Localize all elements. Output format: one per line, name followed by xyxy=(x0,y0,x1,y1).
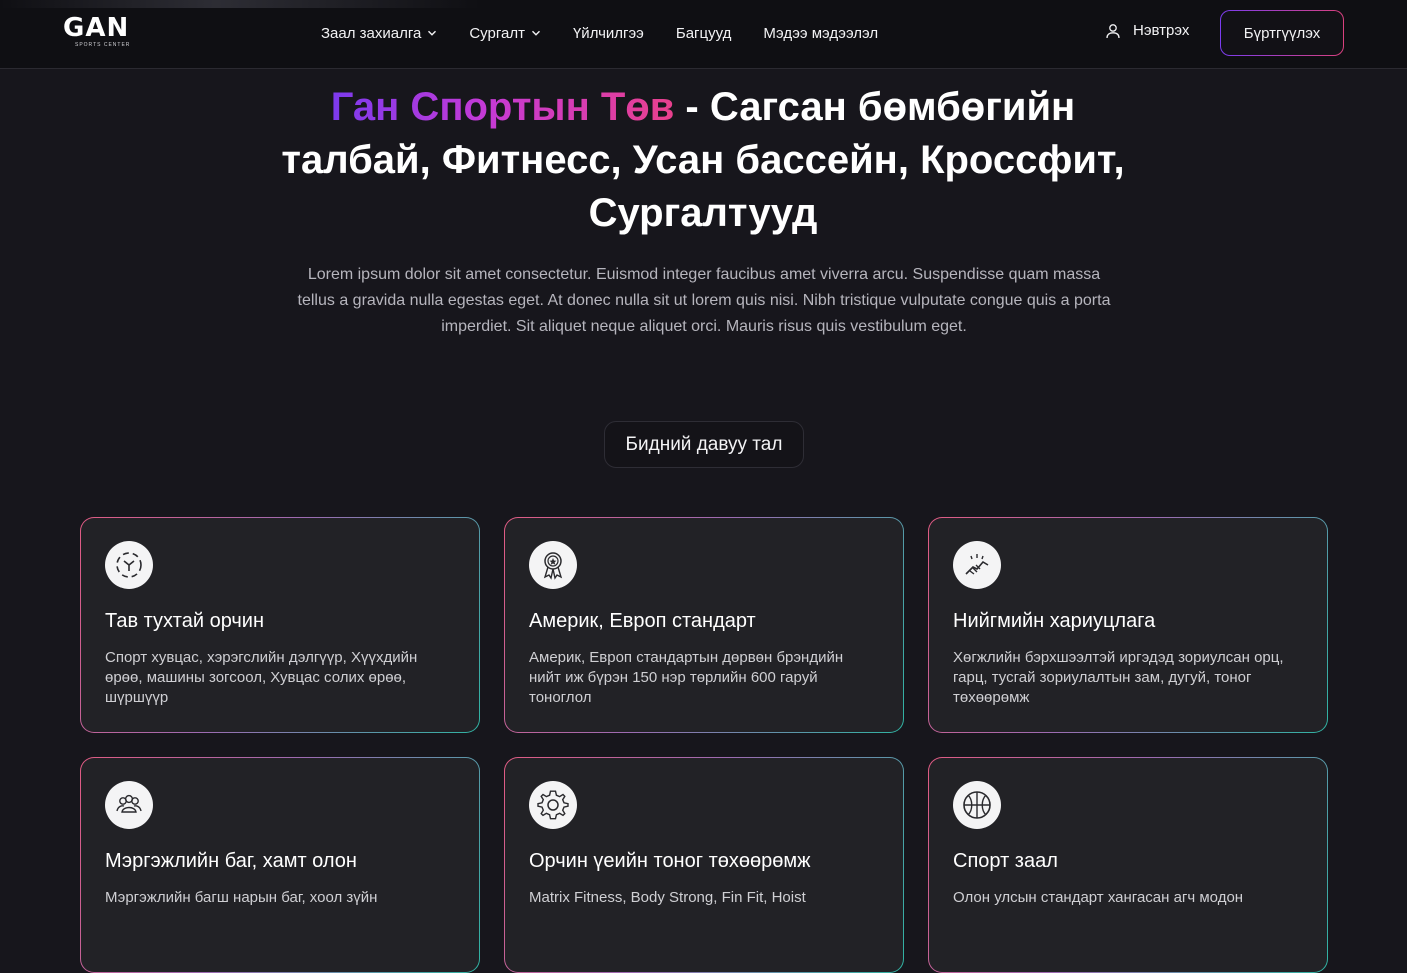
site-header: GAN SPORTS CENTER Заал захиалга Сургалт … xyxy=(0,0,1407,69)
award-medal-icon xyxy=(529,541,577,589)
logo[interactable]: GAN SPORTS CENTER xyxy=(63,14,147,50)
main-nav: Заал захиалга Сургалт Үйлчилгээ Багцууд … xyxy=(321,22,910,44)
advantages-pill: Бидний давуу тал xyxy=(604,421,804,468)
login-label: Нэвтрэх xyxy=(1133,22,1190,39)
feature-card-text: Олон улсын стандарт хангасан агч модон xyxy=(953,889,1244,906)
feature-card-title: Мэргэжлийн баг, хамт олон xyxy=(105,850,357,872)
feature-card: Тав тухтай орчин Спорт хувцас, хэрэгслий… xyxy=(80,517,480,733)
feature-card-title: Орчин үеийн тоног төхөөрөмж xyxy=(529,850,811,872)
feature-card-text: Америк, Европ стандартын дөрвөн брэндийн… xyxy=(529,649,844,706)
feature-card-text: Мэргэжлийн багш нарын баг, хоол зүйн xyxy=(105,889,378,906)
user-icon xyxy=(1106,23,1120,38)
feature-card-title: Тав тухтай орчин xyxy=(105,610,265,632)
chevron-down-icon xyxy=(531,30,540,36)
nav-item-training[interactable]: Сургалт xyxy=(469,25,541,42)
feature-card: Америк, Европ стандарт Америк, Европ ста… xyxy=(504,517,904,733)
nav-item-label: Сургалт xyxy=(469,24,525,42)
nav-item-news[interactable]: Мэдээ мэдээлэл xyxy=(763,25,878,42)
feature-card: Нийгмийн хариуцлага Хөгжлийн бэрхшээлтэй… xyxy=(928,517,1328,733)
feature-card-title: Спорт заал xyxy=(953,850,1058,872)
feature-card-text: Хөгжлийн бэрхшээлтэй иргэдэд зориулсан о… xyxy=(953,649,1284,706)
gear-icon xyxy=(529,781,577,829)
chevron-down-icon xyxy=(428,30,437,36)
hero-title: Ган Спортын Төв - Сагсан бөмбөгийн талба… xyxy=(253,81,1153,240)
feature-card-text: Спорт хувцас, хэрэгслийн дэлгүүр, Хүүхди… xyxy=(105,649,418,706)
handshake-icon xyxy=(953,541,1001,589)
feature-card-text: Matrix Fitness, Body Strong, Fin Fit, Ho… xyxy=(529,889,806,906)
feature-card: Спорт заал Олон улсын стандарт хангасан … xyxy=(928,757,1328,973)
login-link[interactable]: Нэвтрэх xyxy=(1105,22,1189,39)
register-button[interactable]: Бүртгүүлэх xyxy=(1220,10,1344,56)
team-icon xyxy=(105,781,153,829)
nav-item-label: Заал захиалга xyxy=(321,24,422,42)
register-label: Бүртгүүлэх xyxy=(1221,11,1343,55)
hero-brand: Ган Спортын Төв xyxy=(330,85,675,129)
nav-item-label: Мэдээ мэдээлэл xyxy=(763,24,879,42)
nav-item-services[interactable]: Үйлчилгээ xyxy=(573,25,644,42)
hero-description: Lorem ipsum dolor sit amet consectetur. … xyxy=(297,266,1111,335)
feature-card: Орчин үеийн тоног төхөөрөмж Matrix Fitne… xyxy=(504,757,904,973)
logo-subtitle: SPORTS CENTER xyxy=(75,42,131,48)
nav-item-label: Үйлчилгээ xyxy=(572,24,644,42)
feature-card: Мэргэжлийн баг, хамт олон Мэргэжлийн баг… xyxy=(80,757,480,973)
nav-item-label: Багцууд xyxy=(675,24,732,42)
comfort-arrows-icon xyxy=(105,541,153,589)
feature-card-title: Америк, Европ стандарт xyxy=(529,610,756,632)
basketball-icon xyxy=(953,781,1001,829)
nav-item-packages[interactable]: Багцууд xyxy=(676,25,732,42)
feature-card-title: Нийгмийн хариуцлага xyxy=(953,610,1156,632)
logo-text: GAN xyxy=(63,13,130,43)
nav-item-hall-booking[interactable]: Заал захиалга xyxy=(321,25,437,42)
